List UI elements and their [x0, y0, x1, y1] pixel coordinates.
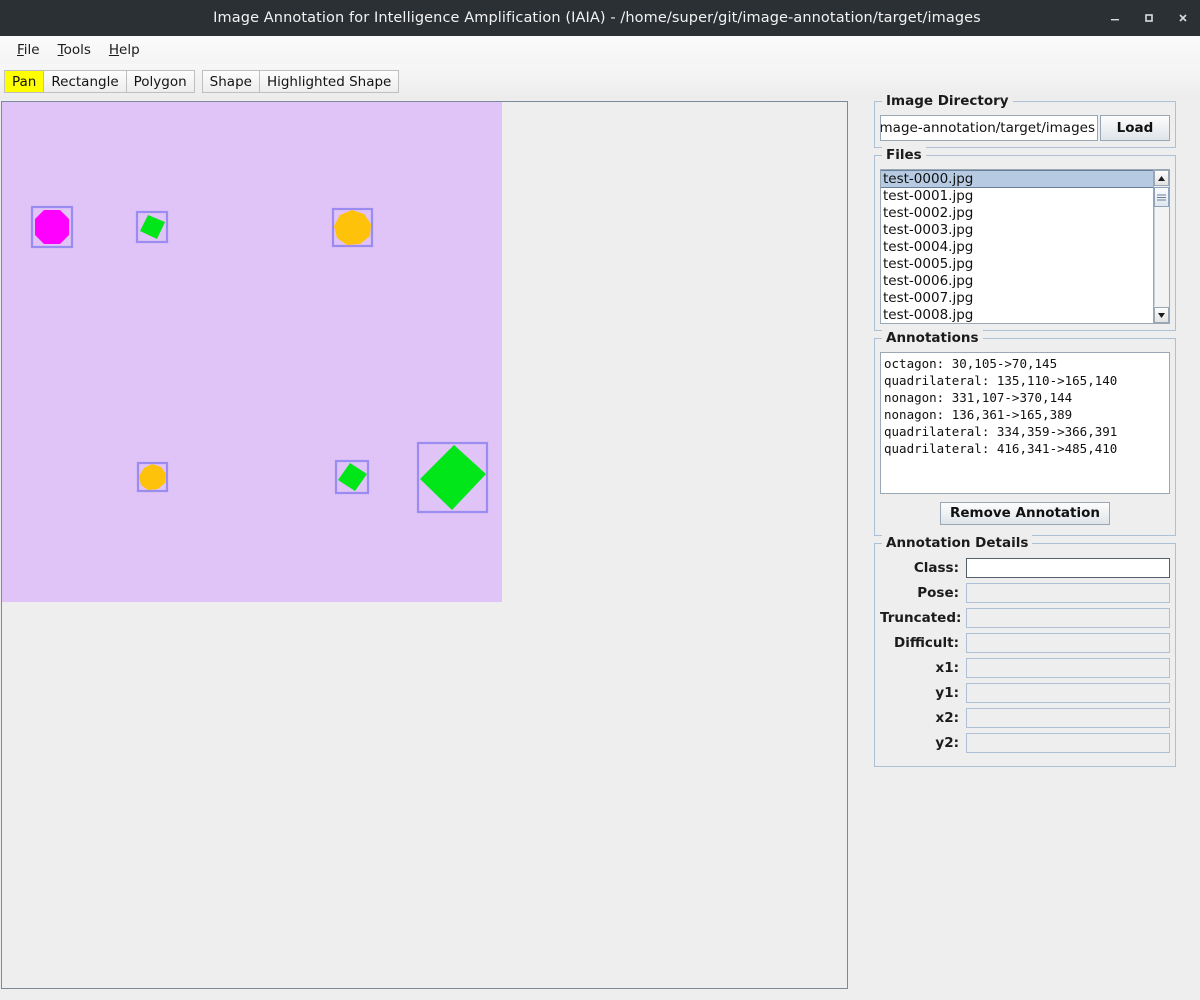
- annotations-group: Annotations octagon: 30,105->70,145 quad…: [874, 330, 1176, 536]
- load-button[interactable]: Load: [1100, 115, 1170, 141]
- minimize-icon[interactable]: [1098, 0, 1132, 36]
- image-directory-value: git/image-annotation/target/images: [880, 120, 1095, 136]
- detail-label-y1: y1:: [935, 685, 959, 701]
- menu-file-label: ile: [23, 42, 40, 58]
- difficult-field[interactable]: [966, 633, 1170, 653]
- toolbar: Pan Rectangle Polygon Shape Highlighted …: [0, 64, 1200, 99]
- image-shapes-svg: [30, 205, 489, 514]
- menubar: File Tools Help: [0, 36, 1200, 64]
- list-item[interactable]: test-0004.jpg: [881, 239, 1153, 256]
- detail-label-class: Class:: [913, 560, 959, 576]
- right-side-panel: Image Directory git/image-annotation/tar…: [874, 93, 1176, 774]
- annotation-shape-quadrilateral-3: [416, 441, 489, 514]
- annotation-item[interactable]: nonagon: 331,107->370,144: [884, 389, 1166, 406]
- tool-rectangle-button[interactable]: Rectangle: [43, 70, 127, 93]
- window-controls: [1098, 0, 1200, 36]
- image-directory-input[interactable]: git/image-annotation/target/images: [880, 115, 1098, 141]
- image-directory-group: Image Directory git/image-annotation/tar…: [874, 93, 1176, 148]
- window-title: Image Annotation for Intelligence Amplif…: [213, 10, 981, 26]
- files-scrollbar[interactable]: [1153, 170, 1169, 323]
- annotation-item[interactable]: quadrilateral: 416,341->485,410: [884, 440, 1166, 457]
- image-canvas-panel[interactable]: [1, 101, 848, 989]
- scroll-down-icon[interactable]: [1154, 307, 1169, 323]
- detail-label-y2: y2:: [935, 735, 959, 751]
- y1-field[interactable]: [966, 683, 1170, 703]
- tool-pan-button[interactable]: Pan: [4, 70, 45, 93]
- list-item[interactable]: test-0001.jpg: [881, 188, 1153, 205]
- annotation-item[interactable]: quadrilateral: 334,359->366,391: [884, 423, 1166, 440]
- files-group: Files test-0000.jpg test-0001.jpg test-0…: [874, 147, 1176, 331]
- detail-row-difficult: Difficult:: [880, 633, 1170, 653]
- detail-row-y1: y1:: [880, 683, 1170, 703]
- toolbar-mode-group: Pan Rectangle Polygon: [4, 70, 195, 93]
- files-legend: Files: [882, 147, 926, 163]
- window-titlebar: Image Annotation for Intelligence Amplif…: [0, 0, 1200, 36]
- menu-tools[interactable]: Tools: [49, 39, 100, 61]
- detail-row-y2: y2:: [880, 733, 1170, 753]
- annotation-item[interactable]: octagon: 30,105->70,145: [884, 355, 1166, 372]
- class-field[interactable]: [966, 558, 1170, 578]
- image-directory-legend: Image Directory: [882, 93, 1013, 109]
- annotation-shape-nonagon-2: [136, 461, 169, 493]
- list-item[interactable]: test-0006.jpg: [881, 273, 1153, 290]
- annotation-shape-quadrilateral-1: [135, 210, 169, 244]
- detail-row-x2: x2:: [880, 708, 1170, 728]
- menu-tools-label: ools: [63, 42, 91, 58]
- annotation-details-group: Annotation Details Class: Pose: Truncate…: [874, 535, 1176, 767]
- tool-shape-button[interactable]: Shape: [201, 70, 260, 93]
- list-item[interactable]: test-0003.jpg: [881, 222, 1153, 239]
- list-item[interactable]: test-0002.jpg: [881, 205, 1153, 222]
- annotated-image[interactable]: [2, 102, 502, 602]
- detail-label-x2: x2:: [935, 710, 960, 726]
- pose-field[interactable]: [966, 583, 1170, 603]
- menu-help-label: elp: [119, 42, 140, 58]
- x1-field[interactable]: [966, 658, 1170, 678]
- scroll-up-icon[interactable]: [1154, 170, 1169, 186]
- list-item[interactable]: test-0008.jpg: [881, 307, 1153, 323]
- annotation-shape-quadrilateral-2: [334, 459, 370, 495]
- list-item[interactable]: test-0007.jpg: [881, 290, 1153, 307]
- y2-field[interactable]: [966, 733, 1170, 753]
- detail-label-x1: x1:: [935, 660, 960, 676]
- annotations-list[interactable]: octagon: 30,105->70,145 quadrilateral: 1…: [880, 352, 1170, 494]
- detail-row-pose: Pose:: [880, 583, 1170, 603]
- tool-highlighted-shape-button[interactable]: Highlighted Shape: [258, 70, 400, 93]
- files-list[interactable]: test-0000.jpg test-0001.jpg test-0002.jp…: [881, 170, 1153, 323]
- annotation-shape-octagon-1: [30, 205, 74, 249]
- annotation-shape-nonagon-1: [331, 207, 374, 248]
- x2-field[interactable]: [966, 708, 1170, 728]
- toolbar-shape-group: Shape Highlighted Shape: [201, 70, 400, 93]
- detail-label-truncated: Truncated:: [880, 610, 962, 626]
- annotation-item[interactable]: nonagon: 136,361->165,389: [884, 406, 1166, 423]
- detail-label-difficult: Difficult:: [894, 635, 959, 651]
- remove-annotation-button[interactable]: Remove Annotation: [940, 502, 1110, 525]
- close-icon[interactable]: [1166, 0, 1200, 36]
- scrollbar-thumb[interactable]: [1154, 187, 1169, 207]
- detail-label-pose: Pose:: [917, 585, 959, 601]
- tool-polygon-button[interactable]: Polygon: [125, 70, 195, 93]
- annotation-item[interactable]: quadrilateral: 135,110->165,140: [884, 372, 1166, 389]
- annotations-legend: Annotations: [882, 330, 983, 346]
- menu-file[interactable]: File: [8, 39, 49, 61]
- maximize-icon[interactable]: [1132, 0, 1166, 36]
- truncated-field[interactable]: [966, 608, 1170, 628]
- annotation-details-legend: Annotation Details: [882, 535, 1033, 551]
- detail-row-x1: x1:: [880, 658, 1170, 678]
- detail-row-truncated: Truncated:: [880, 608, 1170, 628]
- menu-help[interactable]: Help: [100, 39, 149, 61]
- detail-row-class: Class:: [880, 558, 1170, 578]
- list-item[interactable]: test-0005.jpg: [881, 256, 1153, 273]
- list-item[interactable]: test-0000.jpg: [881, 170, 1153, 188]
